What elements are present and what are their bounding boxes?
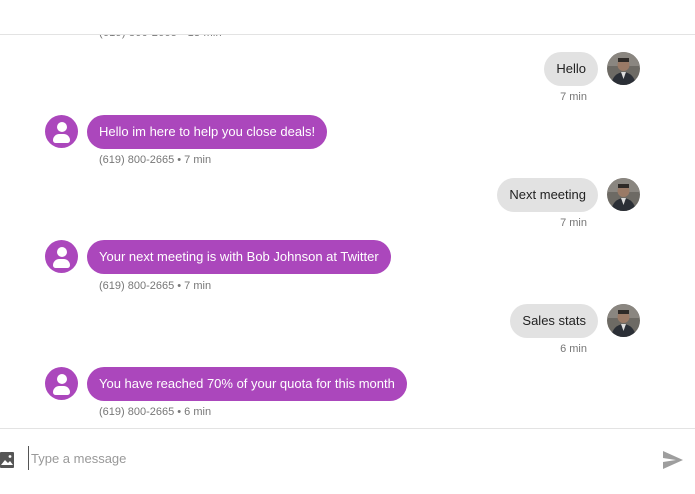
message-bubble: Next meeting [497,178,598,212]
bot-avatar [45,367,78,400]
message-thread[interactable]: (619) 800-2665 • 13 min Hello 7 min [0,0,695,428]
message-meta: 7 min [560,217,587,229]
bot-avatar [45,240,78,273]
message-meta: 6 min [560,343,587,355]
message-meta: (619) 800-2665 • 6 min [99,406,212,418]
message-meta: (619) 800-2665 • 7 min [99,154,212,166]
top-bar [0,0,695,35]
person-icon [57,122,67,132]
message-bubble: Sales stats [510,304,598,338]
user-avatar [607,178,640,211]
user-avatar [607,304,640,337]
user-avatar [607,52,640,85]
message-bubble: You have reached 70% of your quota for t… [87,367,407,401]
message-meta: 7 min [560,91,587,103]
messaging-app: (619) 800-2665 • 13 min Hello 7 min [0,0,695,494]
message-bubble: Your next meeting is with Bob Johnson at… [87,240,391,274]
image-icon[interactable] [0,452,14,468]
person-icon [57,247,67,257]
message-bubble: Hello im here to help you close deals! [87,115,328,149]
message-input[interactable] [28,446,631,470]
bot-avatar [45,115,78,148]
send-icon[interactable] [663,451,683,469]
message-bubble: Hello [544,52,598,86]
message-meta: (619) 800-2665 • 7 min [99,280,212,292]
person-icon [57,374,67,384]
message-composer [0,428,695,494]
